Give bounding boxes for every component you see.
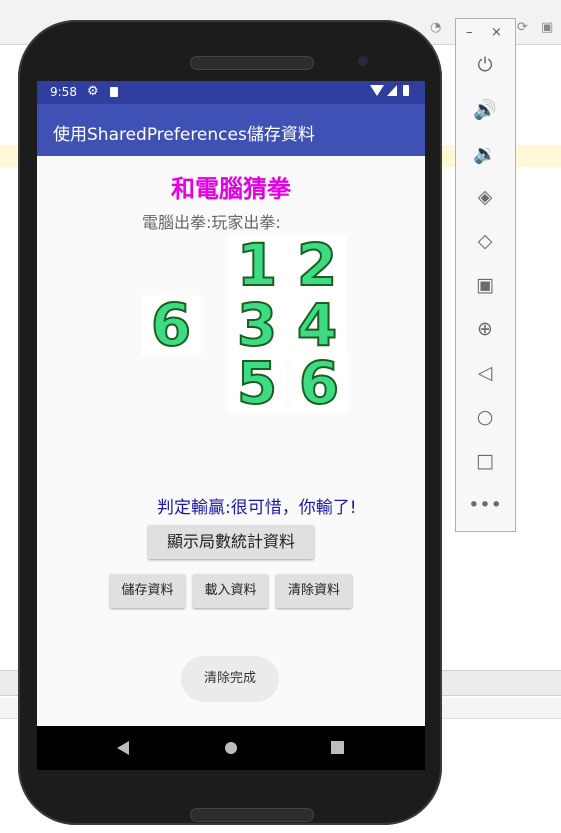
player-option-5[interactable]: 5 [227, 348, 287, 418]
volume-down-icon[interactable]: 🔉 [473, 141, 497, 165]
load-data-button[interactable]: 載入資料 [193, 574, 268, 608]
status-bar: 9:58 ⚙ [37, 81, 425, 104]
emulator-toolbar: – × ⏻ 🔊 🔉 ◈ ◇ ▣ ⊕ ◁ ○ □ ••• [455, 18, 516, 532]
bottom-speaker [190, 808, 314, 822]
player-option-3[interactable]: 3 [227, 290, 287, 360]
toast-message: 清除完成 [181, 656, 279, 702]
profiler-icon[interactable]: ◔ [430, 20, 441, 35]
rotate-left-icon[interactable]: ◈ [473, 185, 497, 209]
app-title: 使用SharedPreferences儲存資料 [53, 125, 315, 145]
player-option-2[interactable]: 2 [287, 230, 347, 300]
save-data-button[interactable]: 儲存資料 [110, 574, 185, 608]
close-button[interactable]: × [491, 25, 502, 40]
clear-data-button[interactable]: 清除資料 [276, 574, 352, 608]
settings-icon: ⚙ [87, 84, 99, 99]
show-stats-button[interactable]: 顯示局數統計資料 [148, 525, 314, 559]
signal-icon [387, 85, 397, 96]
sync-icon[interactable]: ⟳ [517, 20, 528, 35]
back-icon[interactable] [117, 741, 129, 755]
front-camera [358, 56, 368, 66]
player-option-4[interactable]: 4 [287, 290, 347, 360]
home-icon[interactable] [225, 742, 237, 754]
device-manager-icon[interactable]: ▣ [541, 20, 553, 35]
choice-labels: 電腦出拳:玩家出拳: [142, 213, 281, 232]
wifi-icon [370, 85, 384, 96]
more-icon[interactable]: ••• [468, 493, 502, 517]
recents-icon[interactable] [331, 741, 344, 754]
player-option-1[interactable]: 1 [227, 230, 287, 300]
battery-icon [403, 85, 409, 96]
zoom-in-icon[interactable]: ⊕ [473, 317, 497, 341]
status-time: 9:58 [50, 85, 77, 99]
power-icon[interactable]: ⏻ [473, 53, 497, 77]
phone-screen: 9:58 ⚙ 使用SharedPreferences儲存資料 和電腦猜拳 電腦出… [37, 81, 425, 726]
back-icon[interactable]: ◁ [473, 361, 497, 385]
home-icon[interactable]: ○ [473, 405, 497, 429]
camera-icon[interactable]: ▣ [473, 273, 497, 297]
earpiece [190, 56, 314, 70]
minimize-button[interactable]: – [466, 25, 473, 40]
player-option-6[interactable]: 6 [289, 348, 349, 418]
overview-icon[interactable]: □ [473, 449, 497, 473]
computer-choice-image: 6 [141, 290, 201, 360]
rotate-right-icon[interactable]: ◇ [473, 229, 497, 253]
volume-up-icon[interactable]: 🔊 [473, 97, 497, 121]
game-heading: 和電腦猜拳 [171, 175, 291, 203]
sd-card-icon [110, 87, 118, 97]
navigation-bar [37, 726, 425, 770]
result-text: 判定輸贏:很可惜，你輸了! [157, 498, 357, 518]
app-bar: 使用SharedPreferences儲存資料 [37, 104, 425, 156]
